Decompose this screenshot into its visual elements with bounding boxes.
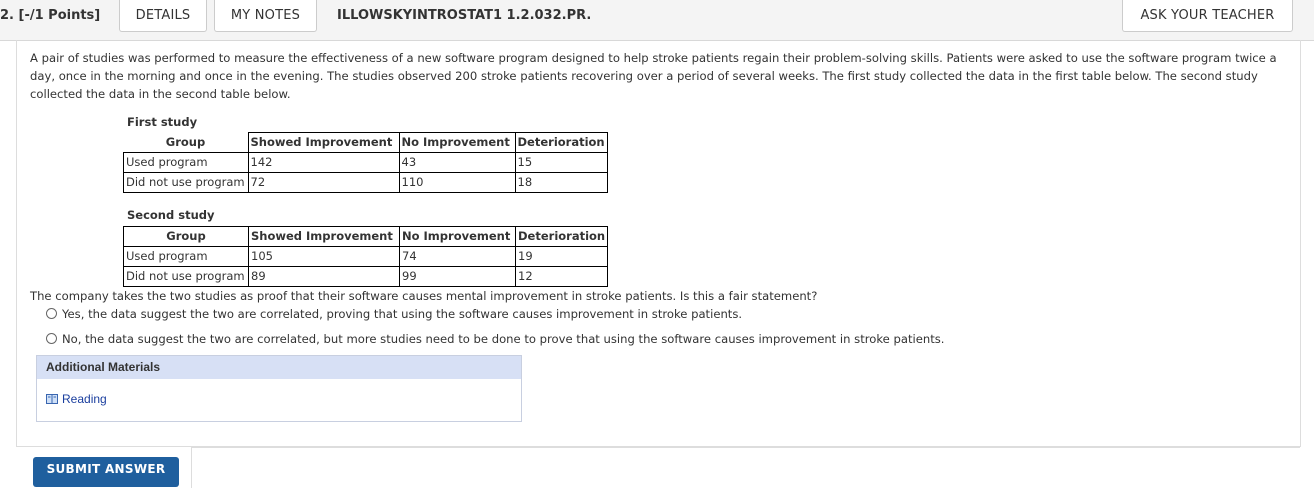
problem-text: A pair of studies was performed to measu… <box>30 51 1277 101</box>
book-icon <box>46 393 58 404</box>
submit-answer-button[interactable]: SUBMIT ANSWER <box>33 457 179 487</box>
table-header-row: Group Showed Improvement No Improvement … <box>123 226 609 247</box>
reading-link-label[interactable]: Reading <box>62 392 107 406</box>
first-study-table: Group Showed Improvement No Improvement … <box>123 132 608 193</box>
ask-your-teacher-button[interactable]: ASK YOUR TEACHER <box>1122 0 1293 32</box>
table-cell: 74 <box>399 246 516 267</box>
radio-button[interactable] <box>46 308 57 319</box>
table-cell: Did not use program <box>123 172 249 193</box>
column-header: No Improvement <box>398 132 516 153</box>
table-row: Did not use program 72 110 18 <box>123 172 608 193</box>
table-row: Used program 142 43 15 <box>123 152 608 173</box>
table-cell: 19 <box>514 246 609 267</box>
table-cell: 110 <box>398 172 516 193</box>
column-header: Deterioration <box>514 226 609 247</box>
question-text: The company takes the two studies as pro… <box>30 289 818 303</box>
my-notes-button[interactable]: MY NOTES <box>214 0 317 32</box>
column-header: Group <box>123 132 249 153</box>
question-number: 2. [-/1 Points] <box>0 8 101 23</box>
answer-area <box>191 447 1300 488</box>
question-header: 2. [-/1 Points] DETAILS MY NOTES ILLOWSK… <box>0 0 1314 41</box>
additional-materials-title: Additional Materials <box>37 356 521 379</box>
table-cell: 43 <box>398 152 516 173</box>
second-study-caption: Second study <box>127 208 215 222</box>
table-cell: Used program <box>123 246 249 267</box>
radio-button[interactable] <box>46 333 57 344</box>
table-cell: 99 <box>399 266 516 287</box>
table-cell: 72 <box>247 172 400 193</box>
table-cell: 105 <box>248 246 400 267</box>
table-cell: Used program <box>123 152 249 173</box>
additional-materials-panel: Additional Materials Reading <box>36 355 522 422</box>
table-cell: 89 <box>248 266 400 287</box>
table-row: Used program 105 74 19 <box>123 246 609 267</box>
reading-link[interactable]: Reading <box>46 392 107 406</box>
answer-option-no[interactable]: No, the data suggest the two are correla… <box>46 332 944 346</box>
table-cell: Did not use program <box>123 266 249 287</box>
table-cell: 18 <box>514 172 608 193</box>
column-header: Deterioration <box>514 132 608 153</box>
table-cell: 15 <box>514 152 608 173</box>
option-label: No, the data suggest the two are correla… <box>62 332 945 346</box>
option-label: Yes, the data suggest the two are correl… <box>62 307 743 321</box>
column-header: No Improvement <box>399 226 516 247</box>
column-header: Showed Improvement <box>248 226 400 247</box>
first-study-caption: First study <box>127 115 198 129</box>
question-code: ILLOWSKYINTROSTAT1 1.2.032.PR. <box>337 8 592 23</box>
table-cell: 12 <box>514 266 609 287</box>
answer-option-yes[interactable]: Yes, the data suggest the two are correl… <box>46 307 742 321</box>
details-button[interactable]: DETAILS <box>119 0 207 32</box>
column-header: Showed Improvement <box>247 132 400 153</box>
table-cell: 142 <box>247 152 400 173</box>
column-header: Group <box>123 226 249 247</box>
table-header-row: Group Showed Improvement No Improvement … <box>123 132 608 153</box>
table-row: Did not use program 89 99 12 <box>123 266 609 287</box>
second-study-table: Group Showed Improvement No Improvement … <box>123 226 609 287</box>
